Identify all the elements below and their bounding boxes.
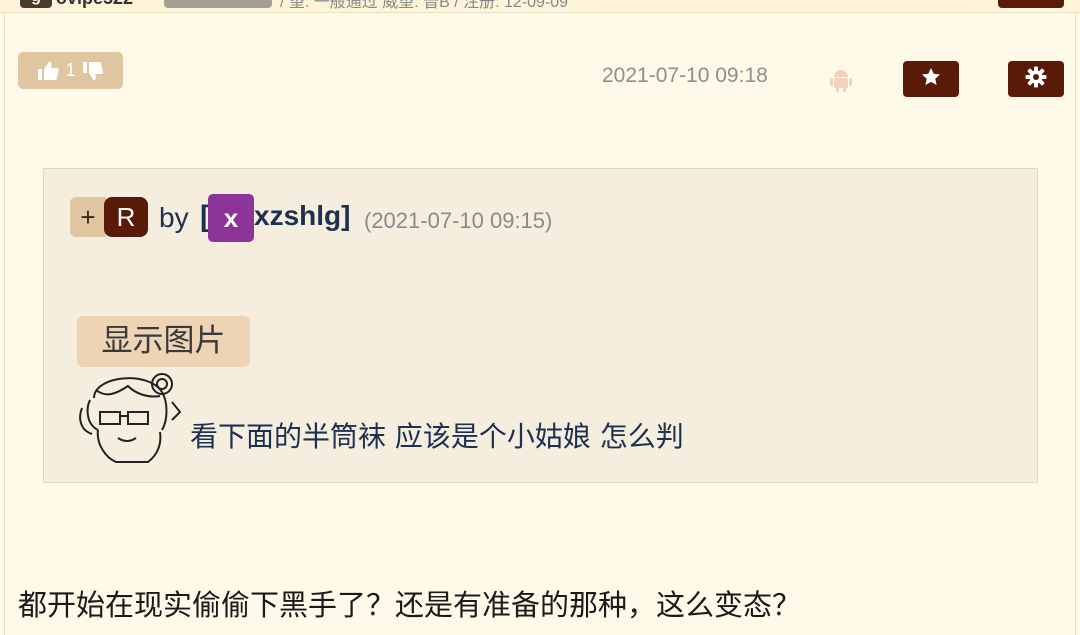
show-images-button[interactable]: 显示图片 [77, 316, 250, 367]
android-icon [830, 68, 852, 96]
quote-header-badges: + R [70, 197, 148, 237]
expand-quote-button[interactable]: + [70, 197, 106, 237]
previous-username[interactable]: ovipe522 [56, 0, 133, 9]
by-label: by [159, 202, 189, 233]
quoted-text: 看下面的半筒袜 应该是个小姑娘 怎么判 [190, 420, 684, 453]
left-border [4, 12, 5, 635]
quoted-username[interactable]: xzshlg] [254, 200, 350, 232]
emoticon-sticker [76, 368, 186, 470]
thumbs-down-icon[interactable] [82, 61, 104, 81]
vote-count: 1 [65, 60, 76, 80]
previous-action-button[interactable] [998, 0, 1064, 8]
gear-icon [1025, 66, 1047, 92]
previous-user-meta: / 望: 一般通过 威望: 普B / 注册: 12-09-09 [280, 0, 569, 11]
quoted-user-avatar[interactable]: x [208, 194, 254, 242]
favorite-button[interactable] [903, 61, 959, 97]
thumbs-up-icon[interactable] [37, 61, 60, 81]
previous-post-header: g ovipe522 / 望: 一般通过 威望: 普B / 注册: 12-09-… [0, 0, 1080, 13]
post-timestamp: 2021-07-10 09:18 [602, 64, 768, 87]
quoted-date: (2021-07-10 09:15) [364, 208, 553, 233]
reply-text: 都开始在现实偷偷下黑手了？还是有准备的那种，这么变态？ [18, 588, 802, 622]
reply-badge[interactable]: R [104, 197, 148, 237]
star-icon [921, 67, 941, 91]
user-badge: g [20, 0, 52, 8]
vote-widget: 1 [18, 52, 123, 89]
right-border [1075, 12, 1076, 635]
settings-button[interactable] [1008, 61, 1064, 97]
user-tag [164, 0, 272, 8]
